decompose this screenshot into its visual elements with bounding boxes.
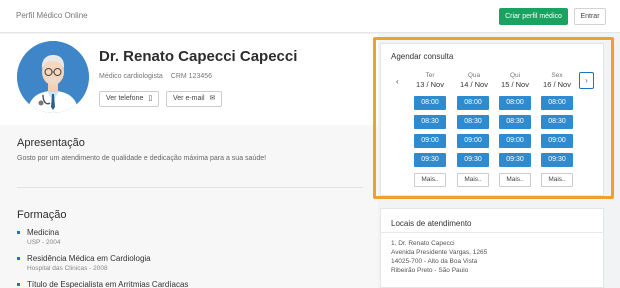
phone-icon: ▯ bbox=[148, 95, 153, 102]
location-line: 1. Dr. Renato Capecci bbox=[391, 240, 455, 247]
create-profile-button[interactable]: Criar perfil médico bbox=[499, 8, 568, 25]
section-divider bbox=[17, 187, 363, 188]
formation-item-sub: Hospital das Clinicas - 2008 bbox=[27, 265, 108, 272]
formation-item: Residência Médica em Cardiologia Hospita… bbox=[17, 254, 357, 273]
schedule-highlight bbox=[373, 37, 614, 199]
view-phone-label: Ver telefone bbox=[106, 95, 144, 102]
view-email-label: Ver e-mail bbox=[173, 95, 205, 102]
locations-title: Locais de atendimento bbox=[391, 219, 472, 228]
locations-divider bbox=[380, 232, 604, 233]
presentation-text: Gosto por um atendimento de qualidade e … bbox=[17, 155, 267, 162]
login-button[interactable]: Entrar bbox=[574, 8, 606, 25]
formation-title: Formação bbox=[17, 209, 67, 221]
doctor-specialty: Médico cardiologista bbox=[99, 73, 163, 80]
formation-item-sub: USP - 2004 bbox=[27, 239, 61, 246]
presentation-title: Apresentação bbox=[17, 137, 85, 149]
view-phone-button[interactable]: Ver telefone ▯ bbox=[99, 91, 160, 107]
doctor-crm: CRM 123456 bbox=[170, 73, 213, 80]
bullet bbox=[17, 283, 20, 286]
envelope-icon: ✉ bbox=[209, 95, 216, 102]
location-line: 14025-700 - Alto da Boa Vista bbox=[391, 258, 478, 265]
site-brand[interactable]: Perfil Médico Online bbox=[16, 11, 88, 20]
formation-list: Medicina USP - 2004 Residência Médica em… bbox=[17, 228, 357, 288]
formation-item-title: Medicina bbox=[27, 228, 60, 237]
formation-item-title: Título de Especialista em Arritmias Card… bbox=[27, 280, 189, 288]
doctor-avatar bbox=[17, 41, 89, 113]
doctor-meta: Médico cardiologista CRM 123456 bbox=[99, 73, 212, 80]
bullet bbox=[17, 257, 20, 260]
view-email-button[interactable]: Ver e-mail ✉ bbox=[166, 91, 223, 107]
formation-item-title: Residência Médica em Cardiologia bbox=[27, 254, 151, 263]
profile-header: Dr. Renato Capecci Capecci Médico cardio… bbox=[0, 34, 378, 125]
formation-item: Medicina USP - 2004 bbox=[17, 228, 357, 247]
doctor-name: Dr. Renato Capecci Capecci bbox=[99, 48, 298, 65]
location-line: Ribeirão Preto - São Paulo bbox=[391, 267, 469, 274]
bullet bbox=[17, 231, 20, 234]
location-line: Avenida Presidente Vargas, 1265 bbox=[391, 249, 488, 256]
formation-item: Título de Especialista em Arritmias Card… bbox=[17, 280, 357, 288]
